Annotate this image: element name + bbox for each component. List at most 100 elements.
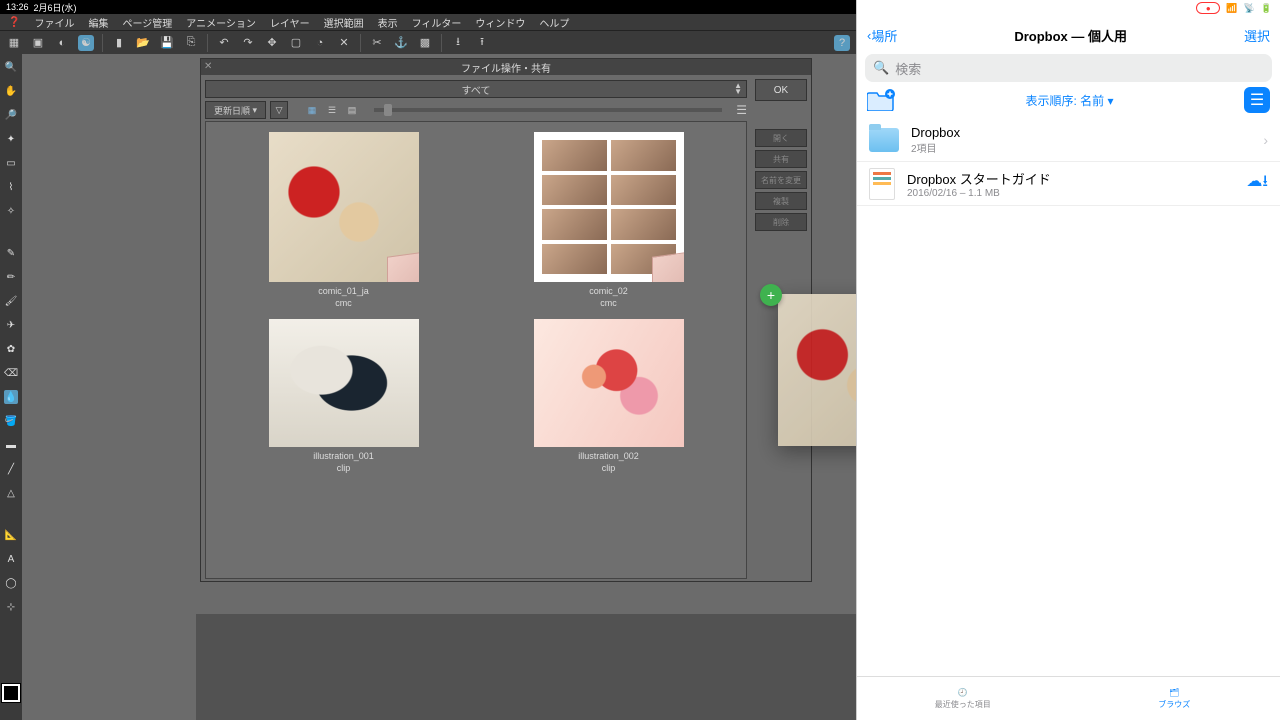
file-name: comic_01_jacmc xyxy=(318,285,369,309)
eraser-tool-icon[interactable]: ⌫ xyxy=(4,366,18,380)
magnify-tool-icon[interactable]: 🔍 xyxy=(4,60,18,74)
fill-tool-icon[interactable]: 🪣 xyxy=(4,414,18,428)
separator xyxy=(102,34,103,52)
swirl-icon[interactable]: ◐ xyxy=(54,35,70,51)
chevron-right-icon: › xyxy=(1263,132,1268,148)
row-title: Dropbox スタートガイド xyxy=(907,169,1234,188)
redo-icon[interactable]: ↷ xyxy=(240,35,256,51)
undo-icon[interactable]: ↶ xyxy=(216,35,232,51)
search-field[interactable]: 🔍 検索 xyxy=(865,54,1272,82)
status-date: 2月6日(水) xyxy=(34,1,77,14)
tab-recents[interactable]: 🕘 最近使った項目 xyxy=(857,677,1069,720)
snap-tool-icon[interactable]: ✦ xyxy=(4,132,18,146)
menu-window[interactable]: ウィンドウ xyxy=(475,15,525,30)
new-folder-button[interactable] xyxy=(867,89,895,111)
sort-direction-button[interactable]: ▽ xyxy=(270,101,288,119)
list-row-file[interactable]: Dropbox スタートガイド 2016/02/16 – 1.1 MB ☁︎⭳ xyxy=(857,162,1280,206)
rename-button[interactable]: 名前を変更 xyxy=(755,171,807,189)
menu-filter[interactable]: フィルター xyxy=(412,15,462,30)
ipad-status-bar-right: ● 📶 📡 🔋 xyxy=(857,0,1280,16)
marquee-icon[interactable]: ▩ xyxy=(417,35,433,51)
separator xyxy=(441,34,442,52)
file-item[interactable]: comic_02cmc xyxy=(481,132,736,309)
save-as-icon[interactable]: ⎘ xyxy=(183,35,199,51)
file-item[interactable]: comic_01_jacmc xyxy=(216,132,471,309)
bucket2-icon[interactable]: ◔ xyxy=(312,35,328,51)
menu-file[interactable]: ファイル xyxy=(34,15,74,30)
correct-tool-icon[interactable]: ⊹ xyxy=(4,600,18,614)
save-icon[interactable]: 💾 xyxy=(159,35,175,51)
delete-button[interactable]: 削除 xyxy=(755,213,807,231)
sort-button[interactable]: 更新日順 ▾ xyxy=(205,101,266,119)
airbrush-tool-icon[interactable]: ✈ xyxy=(4,318,18,332)
window-icon[interactable]: ▣ xyxy=(30,35,46,51)
menu-page[interactable]: ページ管理 xyxy=(122,15,172,30)
blend-tool-icon[interactable]: 💧 xyxy=(4,390,18,404)
spiral-icon[interactable]: ☯ xyxy=(78,35,94,51)
close-icon[interactable]: ✕ xyxy=(204,61,215,72)
decoration-tool-icon[interactable]: ✿ xyxy=(4,342,18,356)
new-file-icon[interactable]: ▮ xyxy=(111,35,127,51)
list-view-toggle[interactable]: ☰ xyxy=(1244,87,1270,113)
figure-tool-icon[interactable]: △ xyxy=(4,486,18,500)
text-tool-icon[interactable]: A xyxy=(4,552,18,566)
filter-select[interactable]: すべて ▲▼ xyxy=(205,80,747,98)
row-text: Dropbox 2項目 xyxy=(911,125,1251,155)
pen-tool-icon[interactable]: ✎ xyxy=(4,246,18,260)
ok-button[interactable]: OK xyxy=(755,79,807,101)
row-title: Dropbox xyxy=(911,125,1251,140)
anchor-icon[interactable]: ⚓ xyxy=(393,35,409,51)
menu-help[interactable]: ヘルプ xyxy=(539,15,569,30)
clock-icon: 🕘 xyxy=(958,688,968,697)
menu-icon[interactable]: ☰ xyxy=(736,103,747,117)
lasso-tool-icon[interactable]: ⌇ xyxy=(4,180,18,194)
menu-view[interactable]: 表示 xyxy=(378,15,398,30)
pencil-tool-icon[interactable]: ✏ xyxy=(4,270,18,284)
list-row-folder[interactable]: Dropbox 2項目 › xyxy=(857,118,1280,162)
sort-order-button[interactable]: 表示順序: 名前 ▾ xyxy=(1025,92,1113,109)
nav-title: Dropbox — 個人用 xyxy=(1014,26,1127,45)
app-logo-icon[interactable]: ❓ xyxy=(8,17,20,28)
thumbnail-size-slider[interactable] xyxy=(374,108,722,112)
upload-icon[interactable]: ⭱ xyxy=(474,35,490,51)
open-button[interactable]: 開く xyxy=(755,129,807,147)
lasso2-icon[interactable]: ✕ xyxy=(336,35,352,51)
select-button[interactable]: 選択 xyxy=(1244,26,1270,45)
cloud-download-icon[interactable]: ☁︎⭳ xyxy=(1246,170,1268,197)
file-item[interactable]: illustration_002clip xyxy=(481,319,736,474)
dialog-titlebar[interactable]: ✕ ファイル操作・共有 xyxy=(201,59,811,75)
menu-selection[interactable]: 選択範囲 xyxy=(324,15,364,30)
brush-tool-icon[interactable]: 🖌 xyxy=(4,294,18,308)
clear-icon[interactable]: ▢ xyxy=(288,35,304,51)
hand-tool-icon[interactable]: ✋ xyxy=(4,84,18,98)
line-tool-icon[interactable]: ╱ xyxy=(4,462,18,476)
back-button[interactable]: ‹場所 xyxy=(867,26,897,45)
help-icon[interactable]: ? xyxy=(834,35,850,51)
tab-browse[interactable]: 🗂 ブラウズ xyxy=(1069,677,1280,720)
grid-view-icon[interactable]: ▦ xyxy=(304,102,320,118)
thumbnail xyxy=(534,132,684,282)
menu-animation[interactable]: アニメーション xyxy=(186,15,256,30)
open-icon[interactable]: 📂 xyxy=(135,35,151,51)
file-item[interactable]: illustration_001clip xyxy=(216,319,471,474)
cut-icon[interactable]: ✂ xyxy=(369,35,385,51)
grid-icon[interactable]: ▦ xyxy=(6,35,22,51)
duplicate-button[interactable]: 複製 xyxy=(755,192,807,210)
move-icon[interactable]: ✥ xyxy=(264,35,280,51)
color-swatch[interactable] xyxy=(2,684,20,702)
ruler-tool-icon[interactable]: 📐 xyxy=(4,528,18,542)
ipad-status-bar-left: 13:26 2月6日(水) xyxy=(0,0,856,14)
menu-layer[interactable]: レイヤー xyxy=(270,15,310,30)
thumbnail xyxy=(534,319,684,447)
rect-select-icon[interactable]: ▭ xyxy=(4,156,18,170)
gradient-tool-icon[interactable]: ▬ xyxy=(4,438,18,452)
zoom-tool-icon[interactable]: 🔎 xyxy=(4,108,18,122)
row-subtitle: 2項目 xyxy=(911,140,1251,155)
wand-tool-icon[interactable]: ✧ xyxy=(4,204,18,218)
download-icon[interactable]: ⭳ xyxy=(450,35,466,51)
list-view-icon[interactable]: ☰ xyxy=(324,102,340,118)
share-button[interactable]: 共有 xyxy=(755,150,807,168)
balloon-tool-icon[interactable]: ◯ xyxy=(4,576,18,590)
menu-edit[interactable]: 編集 xyxy=(88,15,108,30)
detail-view-icon[interactable]: ▤ xyxy=(344,102,360,118)
